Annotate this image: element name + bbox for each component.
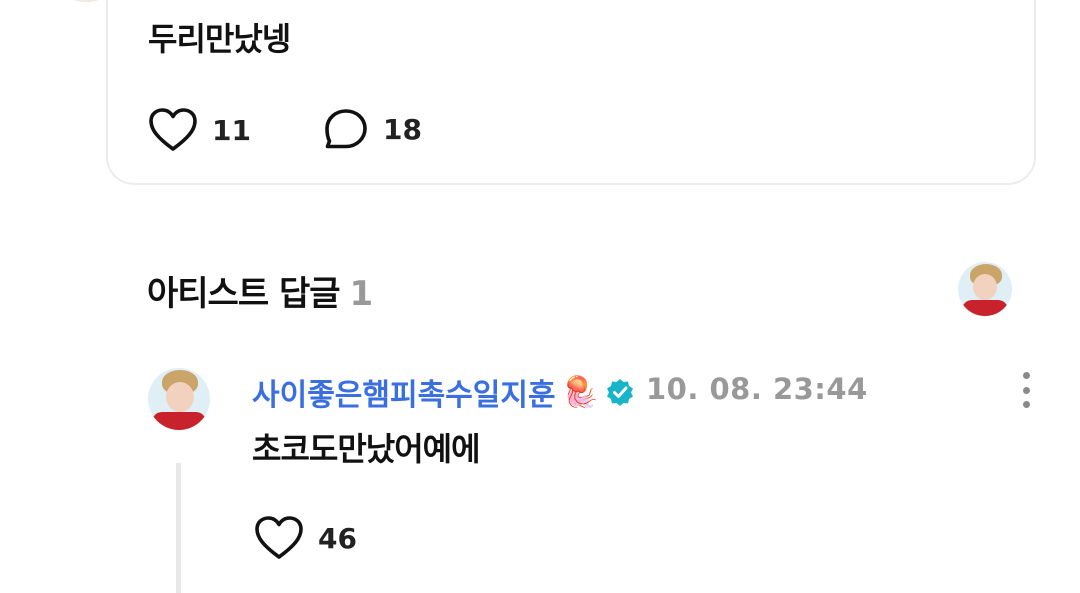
post-text: 두리만났넹: [148, 20, 291, 58]
post-like-button[interactable]: 11: [148, 107, 251, 153]
post-like-count: 11: [212, 113, 251, 147]
reply-author-name[interactable]: 사이좋은햄피촉수일지훈 🪼: [252, 370, 635, 414]
artist-avatar[interactable]: [958, 262, 1012, 316]
thread-line: [176, 463, 181, 593]
reply-timestamp: 10. 08. 23:44: [646, 372, 868, 406]
artist-replies-header: 아티스트 답글 1: [147, 266, 374, 315]
section-count: 1: [349, 274, 374, 314]
reply-like-button[interactable]: 46: [254, 515, 357, 561]
reply-author-avatar[interactable]: [148, 368, 210, 430]
post-author-avatar[interactable]: [44, 0, 128, 2]
comment-bubble-icon: [325, 109, 367, 149]
post-comment-button[interactable]: 18: [323, 107, 422, 151]
section-title: 아티스트 답글: [147, 274, 341, 314]
reply-text: 초코도만났어예에: [252, 430, 481, 468]
more-options-icon[interactable]: [1014, 372, 1038, 408]
jellyfish-emoji: 🪼: [561, 374, 599, 410]
verified-badge-icon: [606, 379, 633, 406]
heart-icon: [255, 516, 303, 559]
post-comment-count: 18: [383, 112, 422, 146]
reply-like-count: 46: [318, 521, 357, 555]
reply-author-label: 사이좋은햄피촉수일지훈: [252, 378, 556, 413]
heart-icon: [149, 108, 197, 151]
